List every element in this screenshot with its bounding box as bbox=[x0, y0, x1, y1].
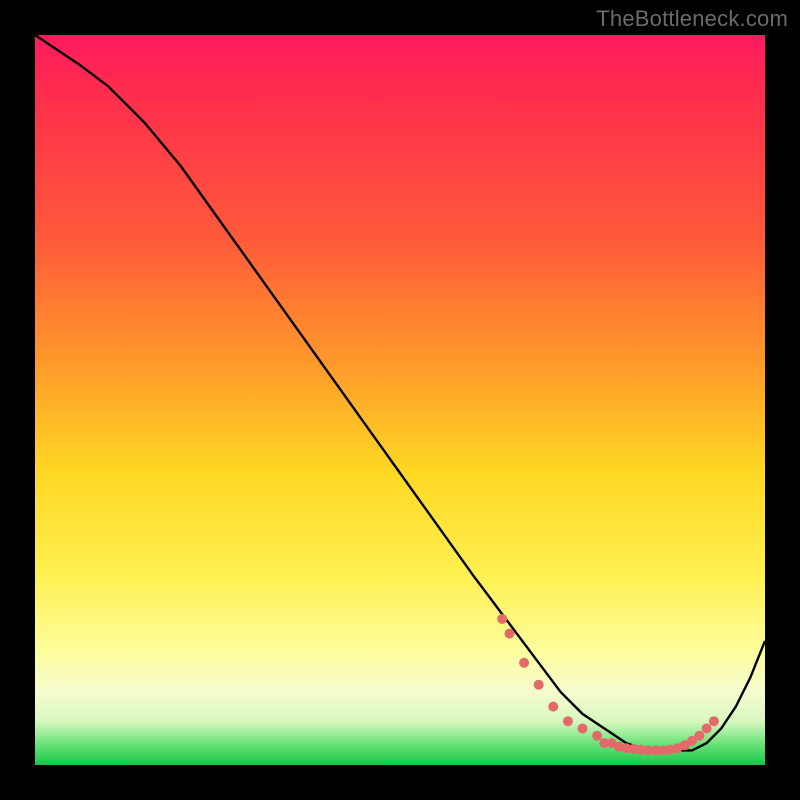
marker-dot bbox=[497, 614, 507, 624]
marker-dot bbox=[534, 680, 544, 690]
chart-frame: TheBottleneck.com bbox=[0, 0, 800, 800]
curve-layer bbox=[35, 35, 765, 765]
marker-dot bbox=[694, 731, 704, 741]
marker-dot bbox=[519, 658, 529, 668]
marker-dot bbox=[709, 716, 719, 726]
marker-dot bbox=[548, 702, 558, 712]
main-curve bbox=[35, 35, 765, 750]
plot-area bbox=[35, 35, 765, 765]
marker-dot bbox=[563, 716, 573, 726]
marker-dot bbox=[592, 731, 602, 741]
marker-dot bbox=[505, 629, 515, 639]
marker-dot bbox=[578, 724, 588, 734]
marker-group bbox=[497, 614, 719, 755]
marker-dot bbox=[702, 724, 712, 734]
watermark-text: TheBottleneck.com bbox=[596, 6, 788, 32]
